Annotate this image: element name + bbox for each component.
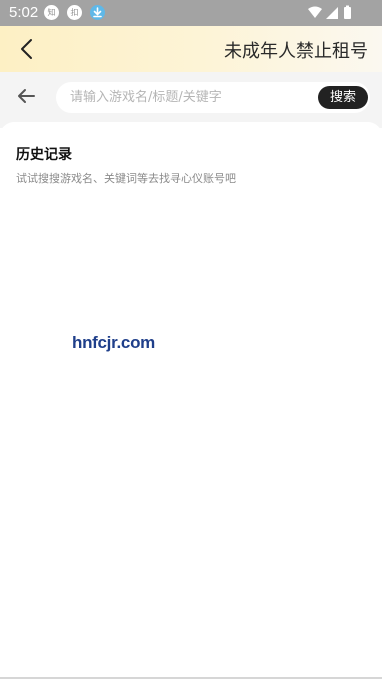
page-header: 未成年人禁止租号 [0,26,382,72]
battery-icon [344,7,351,19]
download-icon [90,5,105,20]
status-bar: 5:02 知 扣 [0,0,382,26]
search-back-button[interactable] [14,85,38,107]
history-panel: 历史记录 试试搜搜游戏名、关键词等去找寻心仪账号吧 hnfcjr.com [0,122,382,679]
arrow-left-icon [18,89,35,103]
notification-icon: 扣 [67,5,82,20]
search-button[interactable]: 搜索 [318,86,368,109]
search-input[interactable] [70,82,302,113]
download-arrow-icon [93,7,102,18]
notification-icon: 知 [44,5,59,20]
search-box: 搜索 [56,82,370,113]
history-title: 历史记录 [16,147,72,163]
chevron-left-icon [21,39,32,59]
status-icons [308,5,351,19]
history-hint: 试试搜搜游戏名、关键词等去找寻心仪账号吧 [16,172,236,185]
watermark-text: hnfcjr.com [72,333,155,352]
page-title: 未成年人禁止租号 [224,41,368,62]
wifi-icon [308,6,322,18]
status-time: 5:02 [9,4,39,21]
signal-icon [326,7,338,19]
search-bar: 搜索 [0,72,382,128]
back-button[interactable] [14,36,40,62]
